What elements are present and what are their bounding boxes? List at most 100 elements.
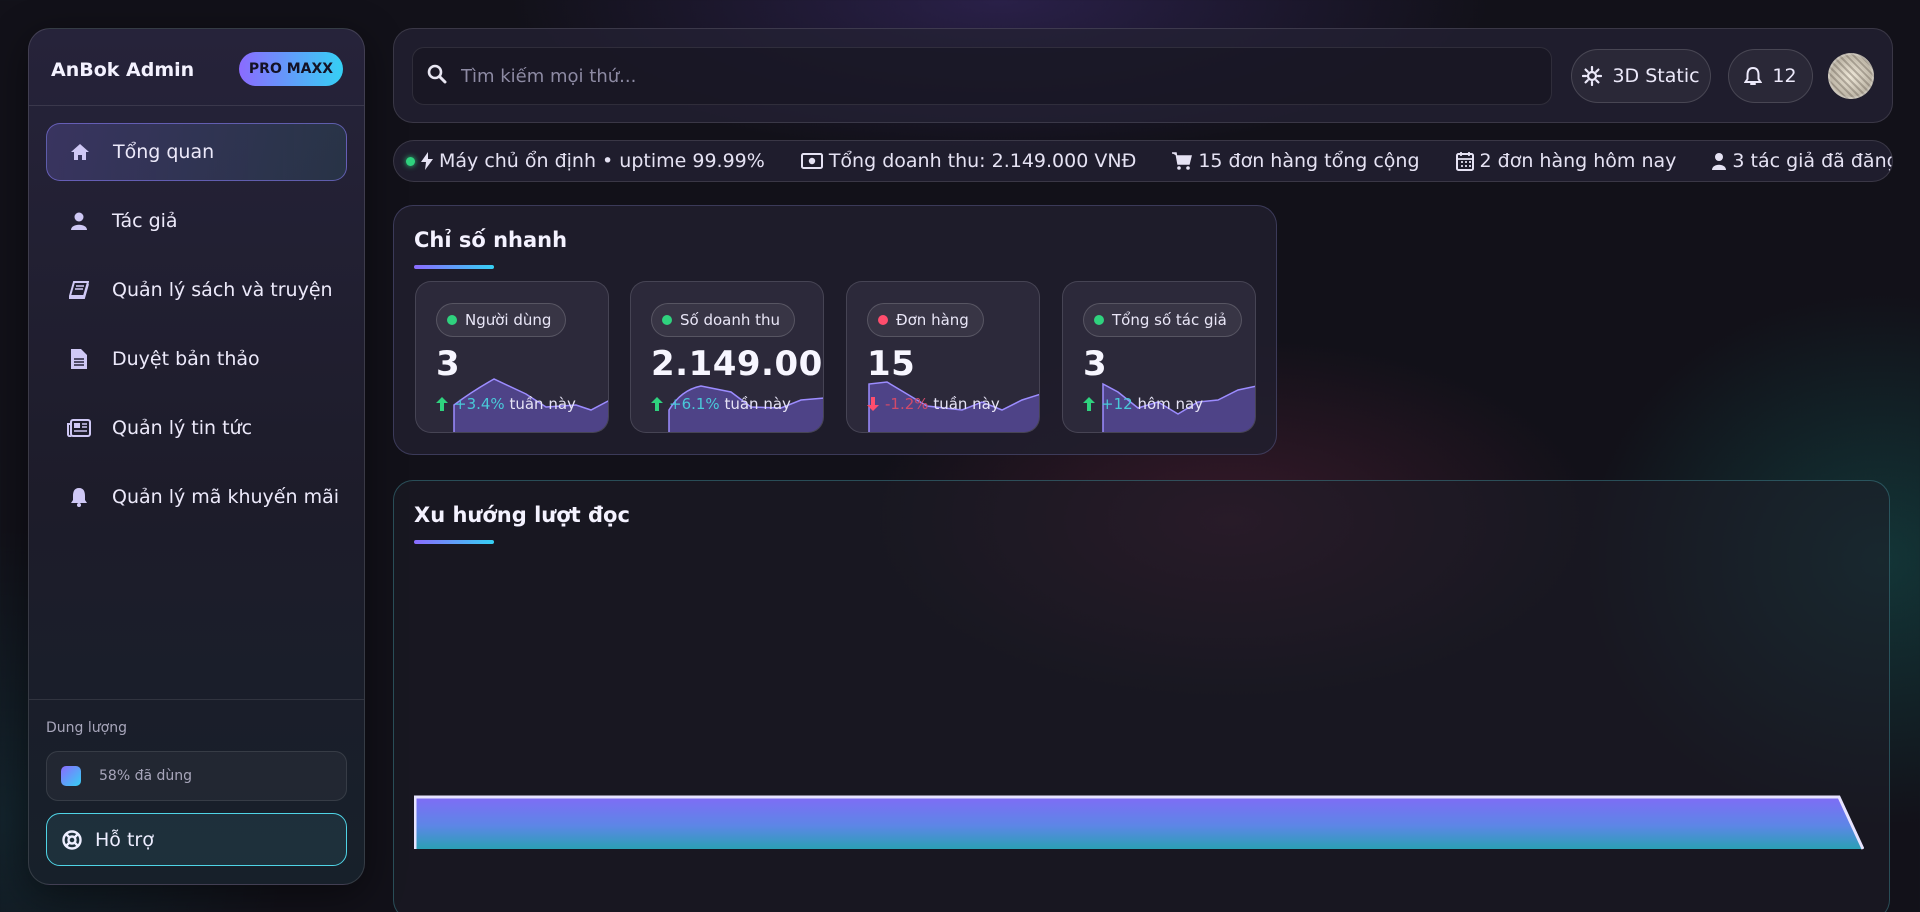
ticker-item: 3 tác giả đã đăng ký xyxy=(1712,150,1892,172)
calendar-icon xyxy=(1455,152,1474,171)
kpi-label: Tổng số tác giả xyxy=(1112,311,1227,329)
sidebar-item-label: Quản lý mã khuyến mãi xyxy=(112,486,340,508)
kpi-label-chip: Tổng số tác giả xyxy=(1083,303,1242,337)
ticker-item: Máy chủ ổn định • uptime 99.99% xyxy=(406,150,765,172)
kpi-delta: -1.2% tuần này xyxy=(867,395,1000,413)
title-underline xyxy=(414,265,494,269)
kpi-delta: +12 hôm nay xyxy=(1083,395,1203,413)
ticker-item: Tổng doanh thu: 2.149.000 VNĐ xyxy=(800,150,1137,172)
kpi-card: Người dùng 3 +3.4% tuần này xyxy=(415,281,609,433)
kpi-label: Người dùng xyxy=(465,311,552,329)
search-box xyxy=(412,47,1552,105)
avatar[interactable] xyxy=(1828,53,1874,99)
kpi-value: 15 xyxy=(867,344,916,384)
top-bar: 3D Static 12 xyxy=(393,28,1893,123)
ticker-text: 3 tác giả đã đăng ký xyxy=(1732,150,1892,172)
sidebar-item-label: Duyệt bản thảo xyxy=(112,348,260,370)
sidebar-item-authors[interactable]: Tác giả xyxy=(46,192,347,250)
newspaper-icon xyxy=(64,419,94,437)
kpi-delta-value: +6.1% xyxy=(669,395,720,413)
kpi-delta-period: tuần này xyxy=(509,395,576,413)
status-ticker: Máy chủ ổn định • uptime 99.99% Tổng doa… xyxy=(393,140,1893,182)
kpi-delta-value: +12 xyxy=(1101,395,1133,413)
notifications-button[interactable]: 12 xyxy=(1728,49,1813,103)
kpi-delta-period: tuần này xyxy=(933,395,1000,413)
bell-icon xyxy=(64,487,94,507)
brand-name: AnBok Admin xyxy=(51,59,195,81)
cart-icon xyxy=(1172,152,1193,170)
user-icon xyxy=(64,212,94,230)
section-title: Xu hướng lượt đọc xyxy=(414,503,630,527)
kpi-label-chip: Người dùng xyxy=(436,303,567,337)
kpi-card: Đơn hàng 15 -1.2% tuần này xyxy=(846,281,1040,433)
sidebar-item-overview[interactable]: Tổng quan xyxy=(46,123,347,181)
kpi-delta-value: -1.2% xyxy=(885,395,929,413)
lifebuoy-icon xyxy=(61,829,83,850)
search-icon xyxy=(427,64,447,88)
sidebar-item-label: Tổng quan xyxy=(113,141,215,163)
kpi-value: 2.149.000 xyxy=(651,344,823,384)
sidebar: AnBok Admin PRO MAXX Tổng quan Tác giả Q… xyxy=(28,28,365,885)
bell-icon xyxy=(1744,66,1763,85)
trend-chart-area xyxy=(414,795,1864,850)
status-dot xyxy=(878,315,888,325)
kpi-label: Đơn hàng xyxy=(896,311,969,329)
gear-icon xyxy=(1582,66,1603,86)
sidebar-item-label: Quản lý tin tức xyxy=(112,417,253,439)
reading-trend-panel: Xu hướng lượt đọc xyxy=(393,480,1890,912)
ticker-item: 15 đơn hàng tổng cộng xyxy=(1172,150,1420,172)
status-dot xyxy=(406,156,415,166)
sidebar-item-news[interactable]: Quản lý tin tức xyxy=(46,399,347,457)
plan-badge: PRO MAXX xyxy=(239,52,343,86)
storage-label: Dung lượng xyxy=(46,720,127,736)
status-dot xyxy=(662,315,672,325)
sidebar-item-manuscripts[interactable]: Duyệt bản thảo xyxy=(46,330,347,388)
kpi-label-chip: Số doanh thu xyxy=(651,303,796,337)
arrow-up-icon xyxy=(436,397,448,411)
sidebar-divider xyxy=(29,105,364,106)
money-icon xyxy=(800,153,823,169)
search-input[interactable] xyxy=(461,65,1521,87)
arrow-up-icon xyxy=(651,397,663,411)
kpi-value: 3 xyxy=(1083,344,1108,384)
support-label: Hỗ trợ xyxy=(95,828,154,851)
status-dot xyxy=(447,315,457,325)
sidebar-item-label: Quản lý sách và truyện xyxy=(112,279,333,301)
status-dot xyxy=(1094,315,1104,325)
kpi-label: Số doanh thu xyxy=(680,311,781,329)
sidebar-item-promotions[interactable]: Quản lý mã khuyến mãi xyxy=(46,468,347,526)
ticker-text: Tổng doanh thu: 2.149.000 VNĐ xyxy=(828,150,1137,172)
notification-count: 12 xyxy=(1772,65,1797,87)
kpi-delta: +3.4% tuần này xyxy=(436,395,576,413)
quick-stats-panel: Chỉ số nhanh Người dùng 3 +3.4% tuần này… xyxy=(393,205,1277,455)
arrow-up-icon xyxy=(1083,397,1095,411)
title-underline xyxy=(414,540,494,544)
kpi-card: Tổng số tác giả 3 +12 hôm nay xyxy=(1062,281,1256,433)
theme-toggle-button[interactable]: 3D Static xyxy=(1571,49,1711,103)
user-icon xyxy=(1712,153,1727,170)
storage-indicator: 58% đã dùng xyxy=(46,751,347,801)
kpi-value: 3 xyxy=(436,344,461,384)
bolt-icon xyxy=(421,152,433,170)
theme-label: 3D Static xyxy=(1612,65,1700,87)
book-icon xyxy=(64,281,94,299)
ticker-text: Máy chủ ổn định • uptime 99.99% xyxy=(439,150,765,172)
kpi-card: Số doanh thu 2.149.000 +6.1% tuần này xyxy=(630,281,824,433)
kpi-delta-period: hôm nay xyxy=(1137,395,1204,413)
sidebar-item-label: Tác giả xyxy=(112,210,178,232)
arrow-down-icon xyxy=(867,397,879,411)
kpi-delta-value: +3.4% xyxy=(454,395,505,413)
sidebar-item-books[interactable]: Quản lý sách và truyện xyxy=(46,261,347,319)
ticker-text: 2 đơn hàng hôm nay xyxy=(1479,150,1677,172)
document-icon xyxy=(64,349,94,369)
kpi-delta-period: tuần này xyxy=(724,395,791,413)
ticker-text: 15 đơn hàng tổng cộng xyxy=(1198,150,1420,172)
kpi-delta: +6.1% tuần này xyxy=(651,395,791,413)
ticker-item: 2 đơn hàng hôm nay xyxy=(1455,150,1677,172)
section-title: Chỉ số nhanh xyxy=(414,228,568,252)
sidebar-divider xyxy=(29,699,364,700)
support-button[interactable]: Hỗ trợ xyxy=(46,813,347,866)
storage-swatch xyxy=(61,766,81,786)
home-icon xyxy=(65,143,95,161)
kpi-label-chip: Đơn hàng xyxy=(867,303,984,337)
